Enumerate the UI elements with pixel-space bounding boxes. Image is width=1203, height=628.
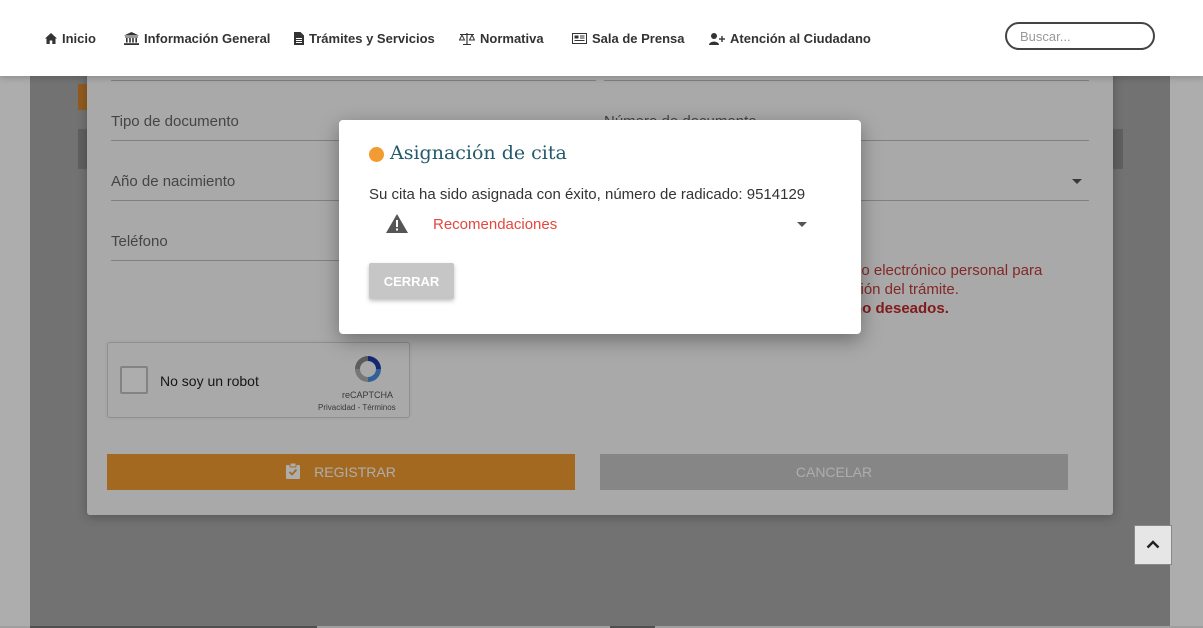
nav-label: Inicio: [62, 31, 96, 46]
dialog-message: Su cita ha sido asignada con éxito, núme…: [369, 186, 806, 203]
search-input[interactable]: [1005, 22, 1155, 50]
document-icon: [294, 32, 304, 45]
newspaper-icon: [572, 33, 587, 44]
close-button[interactable]: CERRAR: [369, 263, 454, 299]
nav-label: Trámites y Servicios: [309, 31, 435, 46]
dialog-title: Asignación de cita: [390, 142, 567, 164]
chevron-down-icon[interactable]: [797, 222, 807, 227]
nav-item-inicio[interactable]: Inicio: [45, 31, 96, 46]
home-icon: [45, 33, 57, 44]
user-plus-icon: [709, 32, 725, 45]
nav-label: Normativa: [480, 31, 544, 46]
nav-item-informacion-general[interactable]: Información General: [124, 31, 270, 46]
nav-label: Atención al Ciudadano: [730, 31, 871, 46]
nav-item-sala-de-prensa[interactable]: Sala de Prensa: [572, 31, 685, 46]
bank-icon: [124, 32, 139, 45]
top-navigation: Inicio Información General Trámites y Se…: [0, 0, 1203, 76]
scroll-to-top-button[interactable]: [1134, 525, 1172, 565]
scale-icon: [459, 32, 475, 45]
nav-label: Sala de Prensa: [592, 31, 685, 46]
nav-item-normativa[interactable]: Normativa: [459, 31, 544, 46]
nav-item-atencion-al-ciudadano[interactable]: Atención al Ciudadano: [709, 31, 871, 46]
status-dot-icon: [369, 147, 384, 162]
chevron-up-icon: [1146, 536, 1160, 554]
recommendations-toggle[interactable]: Recomendaciones: [433, 216, 557, 233]
nav-label: Información General: [144, 31, 271, 46]
appointment-dialog: Asignación de cita Su cita ha sido asign…: [339, 120, 861, 334]
nav-item-tramites-y-servicios[interactable]: Trámites y Servicios: [294, 31, 435, 46]
warning-icon: [386, 214, 408, 238]
